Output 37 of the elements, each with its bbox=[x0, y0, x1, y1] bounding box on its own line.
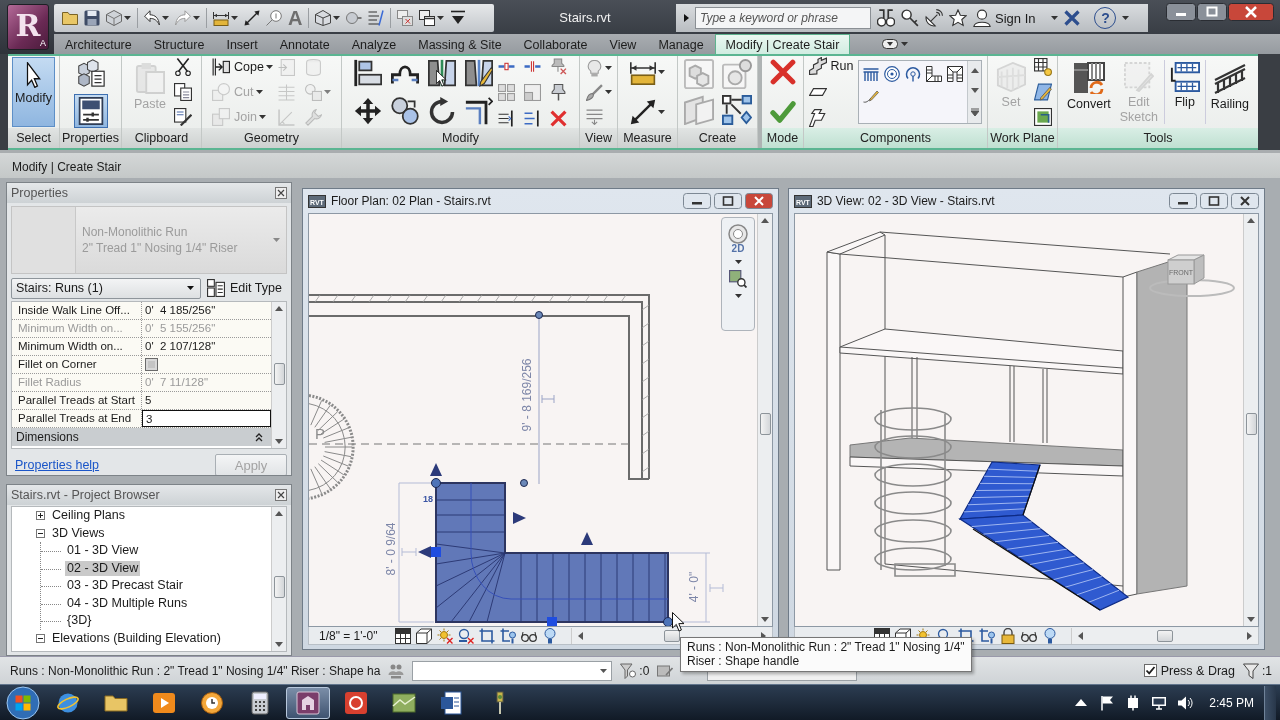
panel-title: Select bbox=[8, 128, 59, 148]
property-name: Fillet on Corner bbox=[12, 356, 142, 373]
tread-count-label: 18 bbox=[423, 494, 433, 504]
dimension-label: 9' - 8 169/256 bbox=[520, 358, 534, 432]
property-name: Parallel Treads at Start bbox=[12, 392, 142, 409]
dimension-label: 8' - 0 9/64 bbox=[384, 522, 398, 576]
window-title: Stairs.rvt bbox=[558, 9, 612, 25]
property-name: Minimum Width on... bbox=[12, 338, 142, 355]
filter-count: :1 bbox=[1262, 663, 1272, 678]
panel-title: Mode bbox=[762, 128, 803, 148]
selection-count: :0 bbox=[639, 663, 650, 678]
tooltip-line: Riser : Shape handle bbox=[687, 654, 801, 668]
dimension-label: 4' - 0" bbox=[687, 571, 701, 603]
panel-title: Measure bbox=[618, 128, 677, 148]
panel-title: Work Plane bbox=[988, 128, 1057, 148]
clock: 2:45 PM bbox=[1209, 695, 1254, 710]
checkbox-label: Press & Drag bbox=[1160, 663, 1235, 678]
view-title: 3D View: 02 - 3D View - Stairs.rvt bbox=[816, 194, 996, 208]
stair-direction-label: P bbox=[315, 425, 325, 442]
panel-title: Modify bbox=[342, 128, 579, 148]
panel-title: Create bbox=[678, 128, 757, 148]
context-label: Modify | Create Stair bbox=[12, 160, 122, 174]
status-message: Runs : Non-Monolithic Run : 2" Tread 1" Nosing 1/4" Riser : Shape ha bbox=[10, 663, 381, 678]
property-name: Fillet Radius bbox=[12, 374, 142, 391]
palette-title: Properties bbox=[11, 186, 68, 200]
palette-title: Stairs.rvt - Project Browser bbox=[11, 488, 160, 502]
key-tip: A bbox=[40, 39, 46, 48]
panel-title: Clipboard bbox=[122, 128, 201, 148]
panel-title: Components bbox=[804, 128, 987, 148]
panel-title: View bbox=[580, 128, 617, 148]
view-title: Floor Plan: 02 Plan - Stairs.rvt bbox=[330, 194, 492, 208]
property-name: Minimum Width on... bbox=[12, 320, 142, 337]
panel-title: Properties bbox=[60, 128, 121, 148]
property-name: Inside Walk Line Off... bbox=[12, 302, 142, 319]
tooltip-line: Runs : Non-Monolithic Run : 2" Tread 1" Nosing 1/4" bbox=[687, 640, 965, 654]
panel-title: Tools bbox=[1058, 128, 1258, 148]
panel-title: Geometry bbox=[202, 128, 341, 148]
